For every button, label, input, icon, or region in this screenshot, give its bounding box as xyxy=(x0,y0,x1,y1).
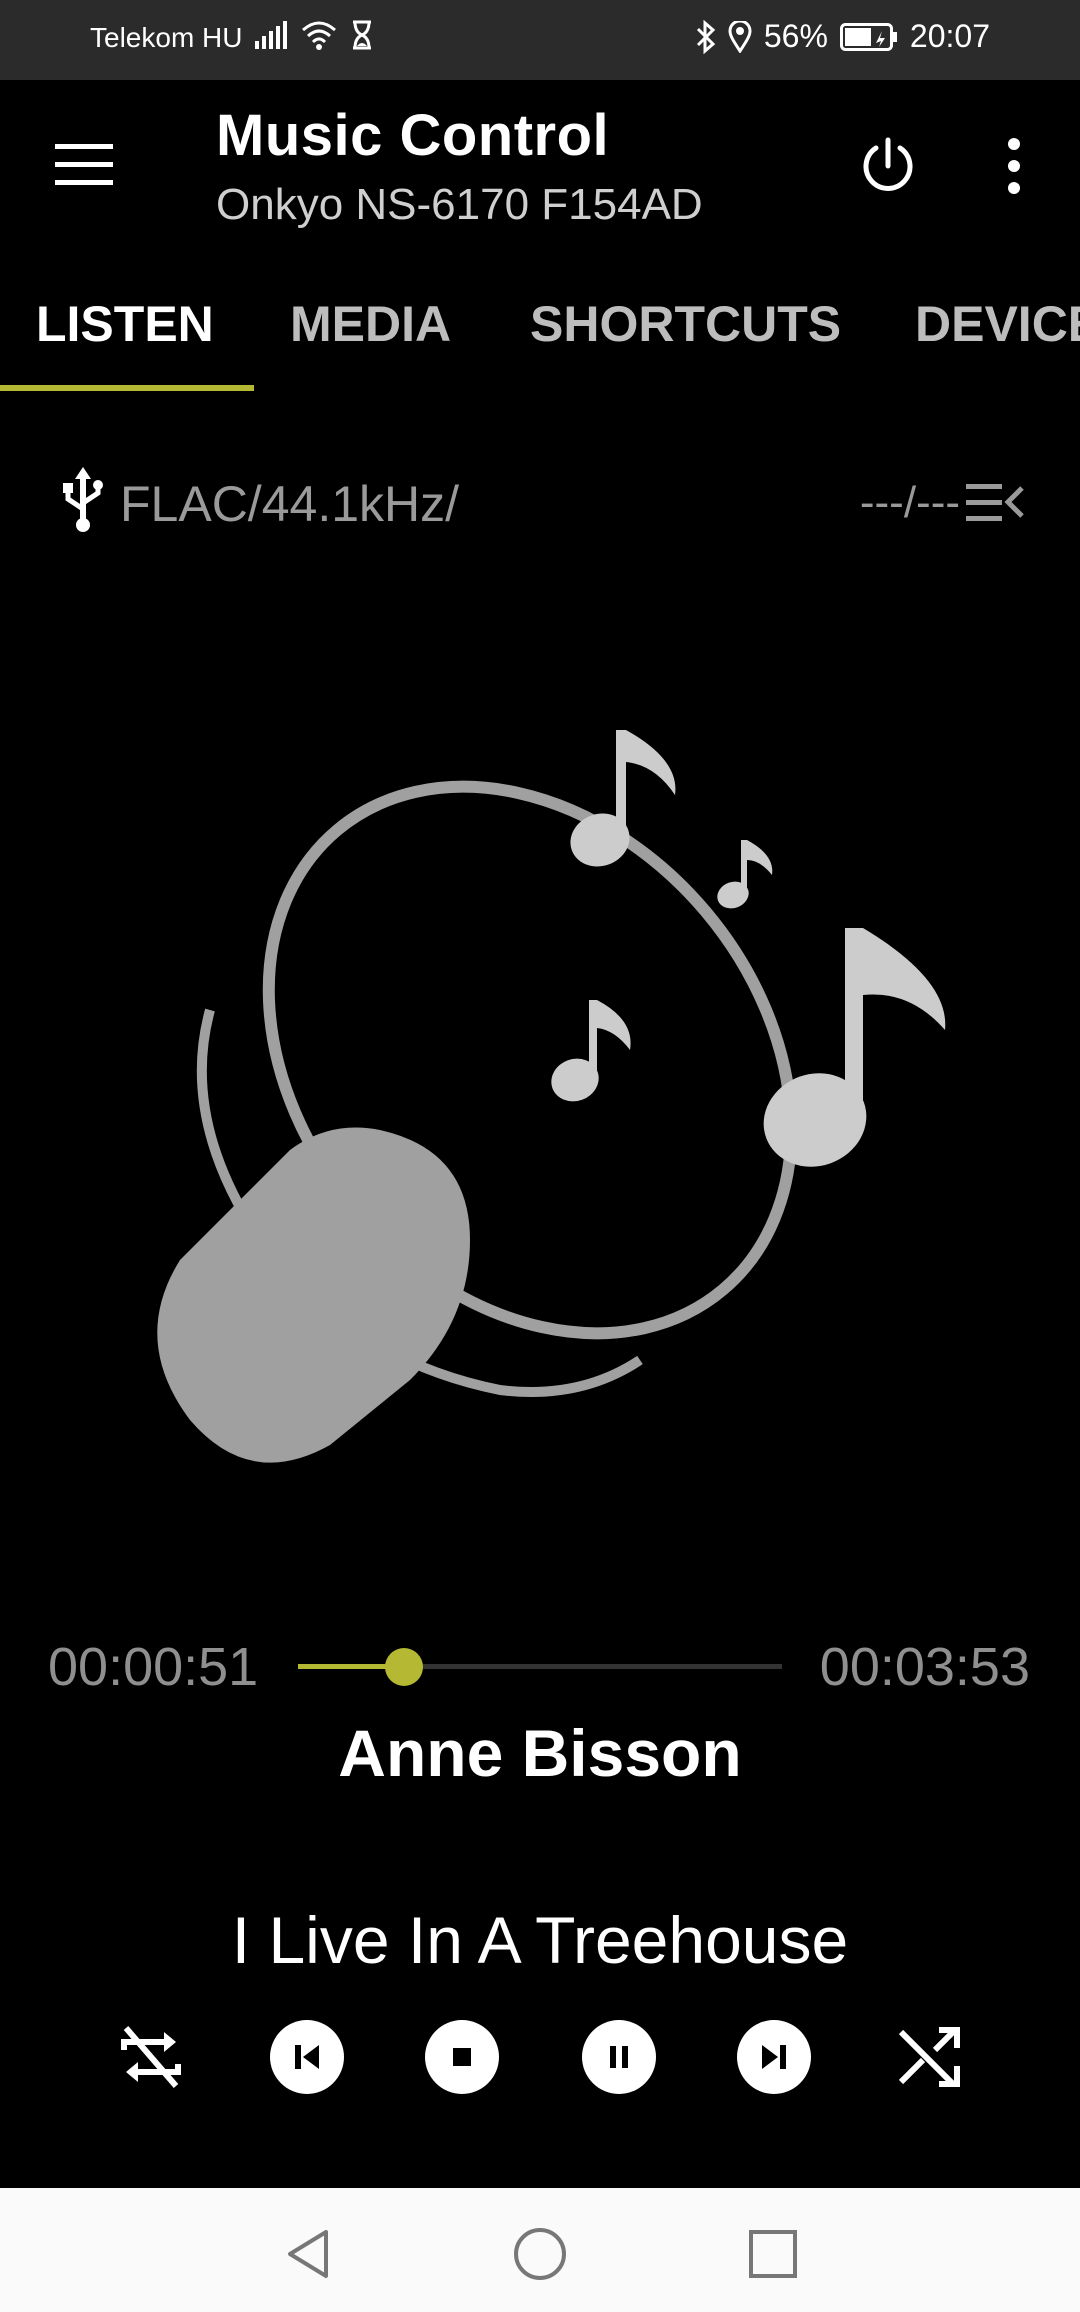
total-time: 00:03:53 xyxy=(819,1637,1030,1697)
power-icon[interactable] xyxy=(858,136,918,196)
tab-listen[interactable]: LISTEN xyxy=(36,295,214,353)
artist-name: Anne Bisson xyxy=(338,1716,742,1790)
shuffle-icon[interactable] xyxy=(893,2020,967,2094)
album-art-placeholder xyxy=(140,700,970,1480)
location-icon xyxy=(728,20,752,53)
back-icon[interactable] xyxy=(280,2226,336,2282)
skip-previous-icon[interactable] xyxy=(270,2020,344,2094)
track-position: ---/--- xyxy=(859,478,960,527)
app-bar: Music Control Onkyo NS-6170 F154AD xyxy=(0,80,1080,255)
tab-shortcuts[interactable]: SHORTCUTS xyxy=(530,295,841,353)
seek-thumb[interactable] xyxy=(384,1648,423,1686)
tab-indicator xyxy=(0,385,254,391)
battery-percent: 56% xyxy=(763,18,828,54)
repeat-off-icon[interactable] xyxy=(114,2020,188,2094)
stop-icon[interactable] xyxy=(425,2020,499,2094)
device-name: Onkyo NS-6170 F154AD xyxy=(216,180,703,229)
system-nav-bar xyxy=(0,2188,1080,2312)
song-title: I Live In A Treehouse xyxy=(231,1903,849,1977)
seek-bar[interactable] xyxy=(298,1648,782,1686)
battery-icon xyxy=(839,22,898,51)
more-vert-icon[interactable] xyxy=(1000,136,1028,196)
tab-media[interactable]: MEDIA xyxy=(290,295,451,353)
tab-device[interactable]: DEVICE xyxy=(915,295,1080,353)
signal-icon xyxy=(255,21,287,49)
page-title: Music Control xyxy=(216,103,610,168)
tab-bar: LISTEN MEDIA SHORTCUTS DEVICE xyxy=(0,255,1080,395)
playback-controls xyxy=(0,2020,1080,2105)
bluetooth-icon xyxy=(696,19,716,54)
recents-icon[interactable] xyxy=(745,2226,801,2282)
home-icon[interactable] xyxy=(512,2226,568,2282)
skip-next-icon[interactable] xyxy=(737,2020,811,2094)
audio-format: FLAC/44.1kHz/ xyxy=(120,476,460,532)
carrier-label: Telekom HU xyxy=(90,22,243,53)
queue-icon[interactable] xyxy=(966,480,1024,526)
pause-icon[interactable] xyxy=(582,2020,656,2094)
hourglass-icon xyxy=(351,20,373,50)
elapsed-time: 00:00:51 xyxy=(48,1637,259,1697)
wifi-icon xyxy=(301,20,337,50)
status-bar: Telekom HU 56% 20:07 xyxy=(0,0,1080,80)
usb-icon xyxy=(60,465,106,535)
menu-icon[interactable] xyxy=(55,142,113,188)
clock: 20:07 xyxy=(909,18,990,54)
